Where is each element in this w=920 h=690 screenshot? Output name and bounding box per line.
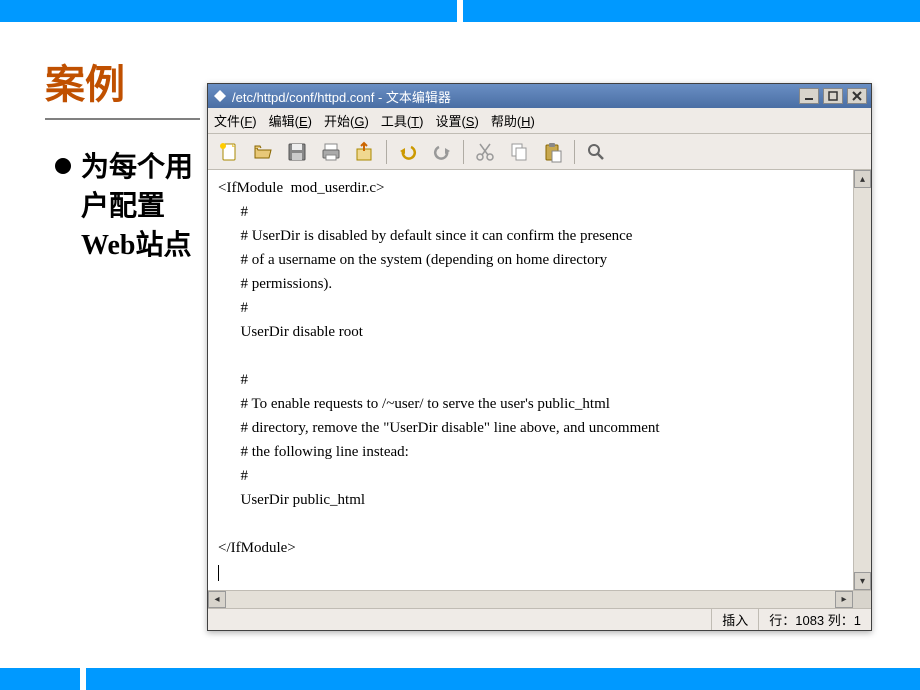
- scroll-up-arrow[interactable]: ▴: [854, 170, 871, 188]
- export-button[interactable]: [350, 138, 380, 166]
- window-title: /etc/httpd/conf/httpd.conf - 文本编辑器: [232, 87, 795, 106]
- save-button[interactable]: [282, 138, 312, 166]
- menu-tools[interactable]: 工具(T): [381, 111, 424, 130]
- status-mode: 插入: [711, 609, 758, 630]
- new-file-button[interactable]: [214, 138, 244, 166]
- statusbar: 插入 行：1083 列：1: [208, 608, 871, 630]
- scroll-track[interactable]: [854, 188, 871, 572]
- slide-top-bar: [0, 0, 920, 22]
- search-button[interactable]: [581, 138, 611, 166]
- undo-button[interactable]: [393, 138, 423, 166]
- scroll-right-arrow[interactable]: ▸: [835, 591, 853, 608]
- toolbar-separator: [386, 140, 387, 164]
- menubar: 文件(F) 编辑(E) 开始(G) 工具(T) 设置(S) 帮助(H): [208, 108, 871, 134]
- status-position: 行：1083 列：1: [758, 609, 871, 630]
- menu-start[interactable]: 开始(G): [324, 111, 369, 130]
- open-file-button[interactable]: [248, 138, 278, 166]
- slide-bottom-notch: [80, 652, 86, 690]
- app-icon: [212, 88, 228, 104]
- maximize-button[interactable]: [823, 88, 843, 104]
- menu-settings[interactable]: 设置(S): [435, 111, 478, 130]
- print-button[interactable]: [316, 138, 346, 166]
- slide-top-notch: [457, 0, 463, 22]
- hscroll-track[interactable]: [226, 591, 835, 608]
- bullet-text: 为每个用户配置Web站点: [81, 148, 201, 266]
- scroll-left-arrow[interactable]: ◂: [208, 591, 226, 608]
- editor-area: <IfModule mod_userdir.c> # # UserDir is …: [208, 170, 871, 590]
- copy-button[interactable]: [504, 138, 534, 166]
- menu-help[interactable]: 帮助(H): [491, 111, 535, 130]
- toolbar-separator: [463, 140, 464, 164]
- vertical-scrollbar[interactable]: ▴ ▾: [853, 170, 871, 590]
- scroll-corner: [853, 591, 871, 608]
- editor-window: /etc/httpd/conf/httpd.conf - 文本编辑器 文件(F)…: [207, 83, 872, 631]
- heading-underline: [45, 118, 200, 120]
- editor-content[interactable]: <IfModule mod_userdir.c> # # UserDir is …: [208, 170, 853, 590]
- menu-file[interactable]: 文件(F): [214, 111, 257, 130]
- cut-button[interactable]: [470, 138, 500, 166]
- toolbar-separator: [574, 140, 575, 164]
- scroll-down-arrow[interactable]: ▾: [854, 572, 871, 590]
- paste-button[interactable]: [538, 138, 568, 166]
- redo-button[interactable]: [427, 138, 457, 166]
- horizontal-scrollbar[interactable]: ◂ ▸: [208, 590, 871, 608]
- titlebar[interactable]: /etc/httpd/conf/httpd.conf - 文本编辑器: [208, 84, 871, 108]
- bullet-dot-icon: [55, 158, 71, 174]
- slide-bottom-bar: [0, 668, 920, 690]
- minimize-button[interactable]: [799, 88, 819, 104]
- close-button[interactable]: [847, 88, 867, 104]
- toolbar: [208, 134, 871, 170]
- menu-edit[interactable]: 编辑(E): [269, 111, 312, 130]
